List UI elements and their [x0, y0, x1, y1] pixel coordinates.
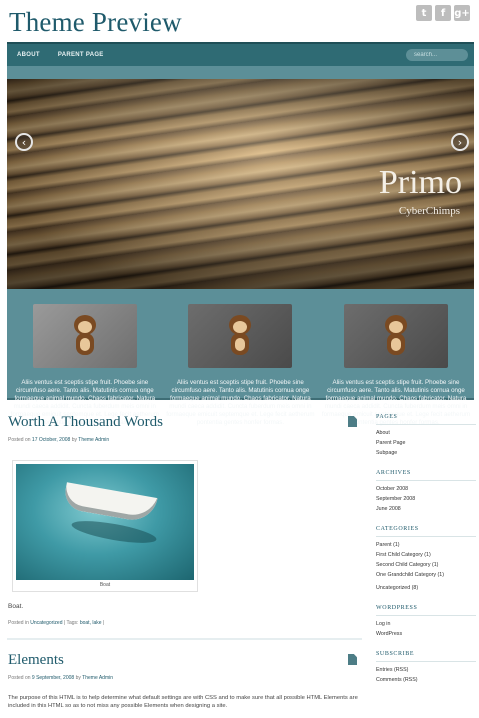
widget-title: Archives	[376, 470, 476, 481]
tags-link[interactable]: boat, lake	[80, 620, 102, 626]
post-image[interactable]: Boat	[12, 460, 198, 592]
search-input[interactable]	[406, 49, 468, 61]
monkey-mascot-icon	[221, 313, 259, 359]
sidebar-link[interactable]: October 2008	[376, 484, 476, 494]
boat-photo	[16, 464, 194, 580]
post-date-link[interactable]: 9 September, 2008	[32, 675, 74, 681]
nav-item-about[interactable]: ABOUT	[17, 52, 40, 58]
slider-prev-icon[interactable]: ‹	[15, 133, 33, 151]
social-links: t f g+	[416, 5, 470, 21]
sidebar-link[interactable]: Uncategorized (8)	[376, 583, 476, 593]
google-plus-icon[interactable]: g+	[454, 5, 470, 21]
sidebar: Pages About Parent Page Subpage Archives…	[376, 414, 476, 697]
category-link[interactable]: Uncategorized	[30, 620, 62, 626]
post-divider	[7, 638, 362, 640]
widget-subscribe: Subscribe Entries (RSS) Comments (RSS)	[376, 651, 476, 685]
widget-title: Pages	[376, 414, 476, 425]
post-date-link[interactable]: 17 October, 2008	[32, 437, 70, 443]
widget-wordpress: WordPress Log in WordPress	[376, 605, 476, 639]
sidebar-link[interactable]: Parent (1)	[376, 540, 476, 550]
widget-categories: Categories Parent (1) First Child Catego…	[376, 526, 476, 593]
image-slider[interactable]: ‹ › Primo CyberChimps	[7, 79, 474, 289]
feature-box: Aliis ventus est sceptis stipe fruit. Ph…	[7, 304, 163, 427]
slider-next-icon[interactable]: ›	[451, 133, 469, 151]
post-footer-meta: Posted in Uncategorized | Tags: boat, la…	[8, 620, 105, 626]
sidebar-link[interactable]: Comments (RSS)	[376, 675, 476, 685]
post-author-link[interactable]: Theme Admin	[78, 437, 109, 443]
feature-text: Aliis ventus est sceptis stipe fruit. Ph…	[166, 379, 315, 426]
widget-pages: Pages About Parent Page Subpage	[376, 414, 476, 458]
boat-shape	[62, 482, 158, 524]
sidebar-link[interactable]: June 2008	[376, 504, 476, 514]
post-title[interactable]: Worth A Thousand Words	[8, 414, 163, 431]
feature-box: Aliis ventus est sceptis stipe fruit. Ph…	[163, 304, 319, 427]
site-title[interactable]: Theme Preview	[9, 7, 182, 38]
facebook-icon[interactable]: f	[435, 5, 451, 21]
document-icon	[348, 654, 357, 665]
feature-image-options-monkey[interactable]	[343, 304, 448, 368]
post-meta: Posted on 9 September, 2008 by Theme Adm…	[8, 675, 114, 681]
widget-archives: Archives October 2008 September 2008 Jun…	[376, 470, 476, 514]
widget-title: Categories	[376, 526, 476, 537]
sidebar-link[interactable]: First Child Category (1)	[376, 550, 476, 560]
sidebar-link[interactable]: September 2008	[376, 494, 476, 504]
post-author-link[interactable]: Theme Admin	[82, 675, 113, 681]
post-meta: Posted on 17 October, 2008 by Theme Admi…	[8, 437, 110, 443]
twitter-icon[interactable]: t	[416, 5, 432, 21]
sidebar-link[interactable]: Entries (RSS)	[376, 665, 476, 675]
sidebar-link[interactable]: Log in	[376, 619, 476, 629]
monkey-mascot-icon	[66, 313, 104, 359]
feature-image-responsive-monkey[interactable]	[188, 304, 293, 368]
image-caption: Boat	[99, 582, 111, 588]
feature-image-slider-monkey[interactable]	[32, 304, 137, 368]
widget-title: WordPress	[376, 605, 476, 616]
post-body: Boat.	[8, 603, 24, 610]
monkey-mascot-icon	[377, 313, 415, 359]
nav-item-parent-page[interactable]: PARENT PAGE	[58, 52, 104, 58]
feature-box: Aliis ventus est sceptis stipe fruit. Ph…	[318, 304, 474, 427]
sidebar-link[interactable]: WordPress	[376, 629, 476, 639]
main-navigation: ABOUT PARENT PAGE	[7, 42, 474, 66]
post-body: The purpose of this HTML is to help dete…	[8, 695, 358, 709]
sidebar-link[interactable]: One Grandchild Category (1)	[376, 570, 476, 580]
sidebar-link[interactable]: Parent Page	[376, 438, 476, 448]
featured-band: ‹ › Primo CyberChimps Aliis ventus est s…	[7, 66, 474, 426]
sidebar-link[interactable]: Second Child Category (1)	[376, 560, 476, 570]
sidebar-link[interactable]: About	[376, 428, 476, 438]
post-title[interactable]: Elements	[8, 652, 64, 669]
slide-subtitle: CyberChimps	[398, 205, 460, 217]
widget-title: Subscribe	[376, 651, 476, 662]
feature-boxes: Aliis ventus est sceptis stipe fruit. Ph…	[7, 304, 474, 427]
slide-title: Primo	[378, 164, 462, 201]
sidebar-link[interactable]: Subpage	[376, 448, 476, 458]
